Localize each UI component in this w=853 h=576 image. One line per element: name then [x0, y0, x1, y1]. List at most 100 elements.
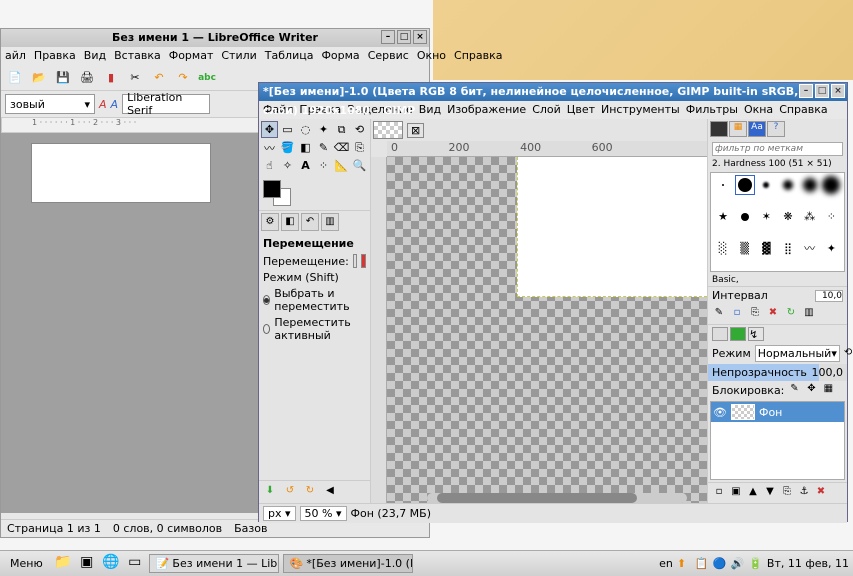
paths-tab-icon[interactable]: ↯ — [748, 327, 764, 341]
lo-menu-format[interactable]: Формат — [169, 49, 214, 63]
duplicate-brush-icon[interactable]: ⎘ — [748, 307, 762, 321]
tray-network-icon[interactable]: 🔵 — [713, 557, 727, 571]
gimp-menu-image[interactable]: Изображение — [447, 103, 526, 117]
mode-reset-icon[interactable]: ⟲ — [844, 347, 852, 361]
patterns-tab-icon[interactable]: ▦ — [729, 121, 747, 137]
file-manager-launcher-icon[interactable]: 📁 — [53, 554, 73, 574]
eraser-tool-icon[interactable]: ⌫ — [333, 139, 350, 156]
gradient-tool-icon[interactable]: ◧ — [297, 139, 314, 156]
taskbar-clock[interactable]: Вт, 11 фев, 11 — [767, 557, 849, 570]
raise-layer-icon[interactable]: ▲ — [746, 486, 760, 500]
brush-item[interactable]: ❋ — [778, 207, 798, 227]
restore-options-icon[interactable]: ↺ — [283, 485, 297, 499]
font-name-combo[interactable]: Liberation Serif — [122, 94, 210, 114]
gimp-minimize-button[interactable]: – — [799, 84, 813, 98]
status-page[interactable]: Страница 1 из 1 — [7, 522, 101, 535]
lo-menu-view[interactable]: Вид — [84, 49, 106, 63]
gimp-menu-tools[interactable]: Инструменты — [601, 103, 680, 117]
undo-history-tab-icon[interactable]: ↶ — [301, 213, 319, 231]
zoom-combo[interactable]: 50 % ▾ — [300, 506, 347, 521]
brush-item[interactable]: ✶ — [756, 207, 776, 227]
lo-menu-insert[interactable]: Вставка — [114, 49, 161, 63]
blend-mode-combo[interactable]: Нормальный ▾ — [755, 345, 840, 362]
brush-item[interactable]: ⁂ — [800, 207, 820, 227]
scrollbar-thumb[interactable] — [437, 493, 637, 503]
horizontal-ruler[interactable]: 0 200 400 600 800 1000 — [387, 141, 707, 157]
zoom-tool-icon[interactable]: 🔍 — [351, 157, 368, 174]
fuzzy-select-tool-icon[interactable]: ✦ — [315, 121, 332, 138]
channels-tab-icon[interactable] — [730, 327, 746, 341]
layer-name[interactable]: Фон — [759, 406, 782, 419]
undo-icon[interactable]: ↶ — [149, 68, 169, 88]
lo-menu-file[interactable]: айл — [5, 49, 26, 63]
brush-item[interactable] — [778, 175, 798, 195]
layers-tab-icon[interactable] — [712, 327, 728, 341]
style-a2-icon[interactable]: A — [111, 98, 119, 111]
vertical-ruler[interactable] — [371, 157, 387, 503]
gimp-menu-layer[interactable]: Слой — [532, 103, 561, 117]
delete-layer-icon[interactable]: ✖ — [814, 486, 828, 500]
start-menu-button[interactable]: Меню — [4, 555, 49, 572]
status-style[interactable]: Базов — [234, 522, 267, 535]
crop-tool-icon[interactable]: ⧉ — [333, 121, 350, 138]
document-history-tab-icon[interactable]: ? — [767, 121, 785, 137]
gimp-close-button[interactable]: × — [831, 84, 845, 98]
open-icon[interactable]: 📂 — [29, 68, 49, 88]
taskbar-task-gimp[interactable]: 🎨 *[Без имени]-1.0 (Цвета … — [283, 554, 413, 573]
save-icon[interactable]: 💾 — [53, 68, 73, 88]
brush-item[interactable]: ★ — [713, 207, 733, 227]
brush-filter-input[interactable] — [712, 142, 843, 156]
tray-updates-icon[interactable]: ⬆ — [677, 557, 691, 571]
foreground-color-swatch[interactable] — [263, 180, 281, 198]
transform-tool-icon[interactable]: ⟲ — [351, 121, 368, 138]
status-words[interactable]: 0 слов, 0 символов — [113, 522, 222, 535]
pick-layer-radio[interactable] — [263, 295, 270, 305]
show-desktop-icon[interactable]: ▭ — [125, 554, 145, 574]
bucket-fill-tool-icon[interactable]: 🪣 — [279, 139, 296, 156]
brush-item[interactable] — [713, 175, 733, 195]
clone-tool-icon[interactable]: ⎘ — [351, 139, 368, 156]
close-image-tab-icon[interactable]: ⊠ — [407, 123, 424, 138]
layer-thumbnail[interactable] — [731, 404, 755, 420]
unit-combo[interactable]: px ▾ — [263, 506, 296, 521]
cut-icon[interactable]: ✂ — [125, 68, 145, 88]
path-tool-icon[interactable]: ✧ — [279, 157, 296, 174]
brush-item[interactable]: ░ — [713, 238, 733, 258]
horizontal-scrollbar[interactable] — [427, 493, 687, 503]
gimp-menu-windows[interactable]: Окна — [744, 103, 773, 117]
refresh-brushes-icon[interactable]: ↻ — [784, 307, 798, 321]
image-tab[interactable] — [373, 121, 403, 139]
brush-item[interactable]: 〰 — [800, 238, 820, 258]
move-active-radio[interactable] — [263, 324, 270, 334]
spellcheck-icon[interactable]: abc — [197, 68, 217, 88]
lo-maximize-button[interactable]: □ — [397, 30, 411, 44]
new-layer-icon[interactable]: ▫ — [712, 486, 726, 500]
lo-close-button[interactable]: × — [413, 30, 427, 44]
brushes-tab-icon[interactable] — [710, 121, 728, 137]
lock-alpha-icon[interactable]: ▦ — [821, 383, 835, 397]
taskbar-task-libreoffice[interactable]: 📝 Без имени 1 — LibreOffic… — [149, 554, 279, 573]
gimp-menu-help[interactable]: Справка — [779, 103, 827, 117]
print-icon[interactable]: 🖨 — [77, 68, 97, 88]
export-pdf-icon[interactable]: ▮ — [101, 68, 121, 88]
brush-item[interactable] — [735, 175, 755, 195]
text-tool-icon[interactable]: A — [297, 157, 314, 174]
terminal-launcher-icon[interactable]: ▣ — [77, 554, 97, 574]
gimp-canvas[interactable] — [387, 157, 707, 503]
keyboard-layout-indicator[interactable]: en — [659, 557, 673, 570]
lo-menu-form[interactable]: Форма — [321, 49, 359, 63]
browser-launcher-icon[interactable]: 🌐 — [101, 554, 121, 574]
reset-options-icon[interactable]: ◀ — [323, 485, 337, 499]
image-content[interactable] — [517, 157, 707, 297]
move-selection-icon[interactable] — [361, 254, 366, 268]
new-brush-icon[interactable]: ▫ — [730, 307, 744, 321]
style-a-icon[interactable]: A — [99, 98, 107, 111]
lo-menu-tools[interactable]: Сервис — [368, 49, 409, 63]
lo-menu-table[interactable]: Таблица — [265, 49, 314, 63]
device-status-tab-icon[interactable]: ◧ — [281, 213, 299, 231]
delete-brush-icon[interactable]: ✖ — [766, 307, 780, 321]
edit-brush-icon[interactable]: ✎ — [712, 307, 726, 321]
tool-options-tab-icon[interactable]: ⚙ — [261, 213, 279, 231]
open-as-image-icon[interactable]: ▥ — [802, 307, 816, 321]
lo-minimize-button[interactable]: – — [381, 30, 395, 44]
